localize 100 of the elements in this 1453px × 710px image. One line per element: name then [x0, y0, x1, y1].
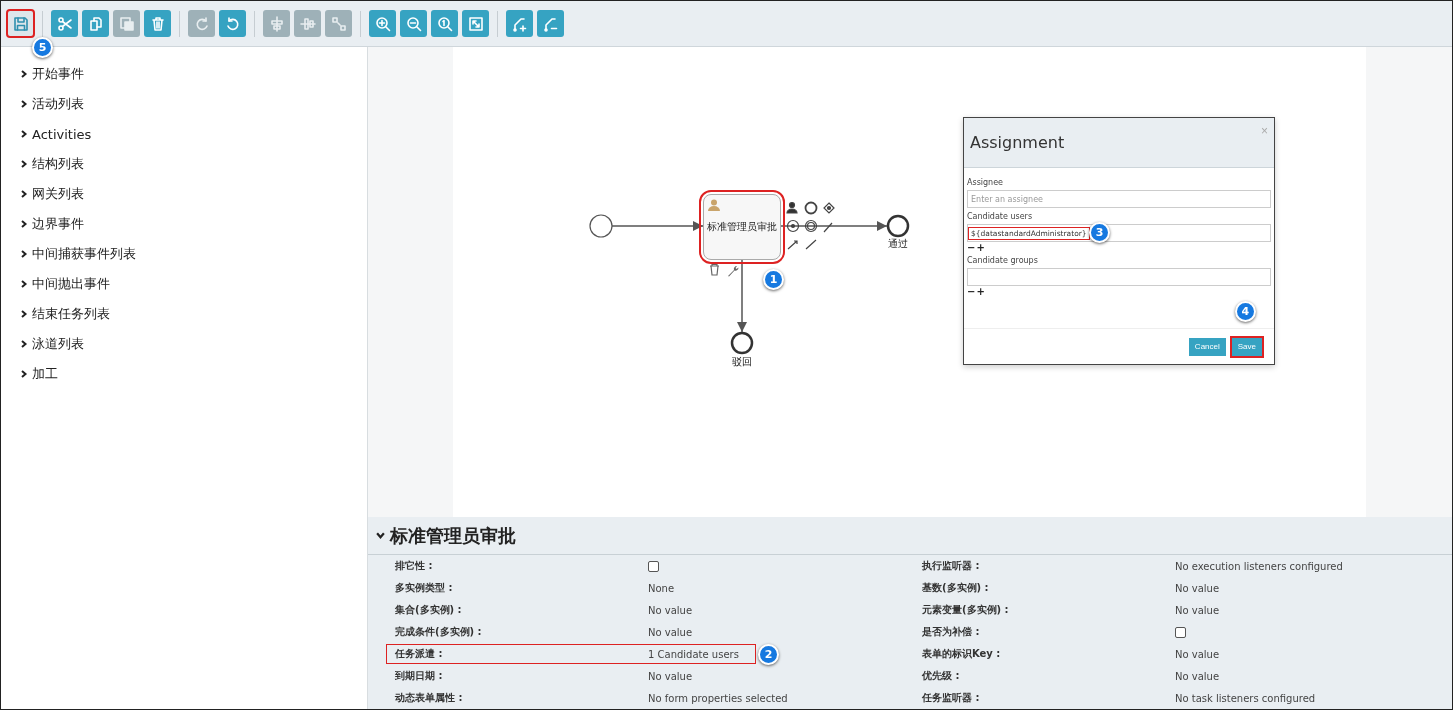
property-value[interactable]: No task listeners configured [1175, 692, 1316, 704]
toolbar-button[interactable] [219, 10, 246, 37]
start-event[interactable] [589, 214, 613, 238]
toolbar-button[interactable] [51, 10, 78, 37]
zoom-in-icon [374, 15, 391, 32]
property-value[interactable]: No value [1175, 604, 1220, 616]
palette-group[interactable]: 中间抛出事件 [1, 269, 367, 299]
save-icon [12, 15, 29, 32]
bendpoint-add-icon [511, 15, 528, 32]
property-label: 多实例类型 : [395, 581, 454, 595]
dialog-title: Assignment [970, 133, 1065, 152]
property-value[interactable]: No value [648, 670, 693, 682]
input-field[interactable] [967, 268, 1271, 286]
property-label: 任务派遣 : [395, 647, 444, 661]
callout-badge: 4 [1234, 300, 1256, 322]
property-label: 优先级 : [922, 669, 961, 683]
palette-group[interactable]: 结束任务列表 [1, 299, 367, 329]
chevron-icon [20, 190, 28, 198]
field-label: Candidate users [967, 211, 1034, 222]
chevron-icon [20, 70, 28, 78]
property-value[interactable]: None [648, 582, 675, 594]
palette-group[interactable]: 中间捕获事件列表 [1, 239, 367, 269]
property-value[interactable]: No value [648, 626, 693, 638]
wrench-icon[interactable] [728, 266, 739, 277]
property-value[interactable]: No value [1175, 648, 1220, 660]
undo-icon [224, 15, 241, 32]
user-icon [708, 199, 720, 211]
toolbar-button[interactable] [506, 10, 533, 37]
checkbox[interactable] [1175, 626, 1186, 638]
chevron-icon [20, 280, 28, 288]
callout-badge: 2 [758, 644, 779, 665]
property-label: 表单的标识Key : [922, 647, 1002, 661]
property-label: 集合(多实例) : [395, 603, 463, 617]
property-label: 动态表单属性 : [395, 691, 464, 705]
chevron-icon [20, 220, 28, 228]
chevron-icon[interactable] [376, 531, 385, 540]
property-label: 排它性 : [395, 559, 434, 573]
property-value[interactable]: No value [1175, 582, 1220, 594]
end-event[interactable] [730, 331, 754, 355]
property-label: 基数(多实例) : [922, 581, 990, 595]
trash-icon [149, 15, 166, 32]
zoom-icon [436, 15, 453, 32]
scissors-icon [56, 15, 73, 32]
palette-group[interactable]: Activities [1, 119, 367, 149]
property-value[interactable]: 1 Candidate users [648, 648, 739, 660]
sequence-flow[interactable] [780, 220, 888, 232]
field-label: Assignee [967, 177, 1005, 188]
property-label: 执行监听器 : [922, 559, 981, 573]
add-button[interactable]: + [976, 287, 985, 296]
copy-icon [87, 15, 104, 32]
add-button[interactable]: + [976, 243, 985, 252]
chevron-icon [20, 370, 28, 378]
property-value[interactable]: No execution listeners configured [1175, 560, 1343, 572]
toolbar-button[interactable] [462, 10, 489, 37]
property-label: 元素变量(多实例) : [922, 603, 1010, 617]
palette-group[interactable]: 网关列表 [1, 179, 367, 209]
remove-button[interactable]: − [967, 243, 976, 252]
property-label: 是否为补偿 : [922, 625, 981, 639]
bendpoint-remove-icon [542, 15, 559, 32]
event-label: 通过 [887, 237, 909, 251]
toolbar-button[interactable] [400, 10, 427, 37]
callout-badge: 3 [1089, 222, 1110, 243]
fit-icon [467, 15, 484, 32]
toolbar-button[interactable] [7, 10, 34, 37]
property-label: 任务监听器 : [922, 691, 981, 705]
chevron-icon [20, 130, 28, 138]
toolbar-button[interactable] [369, 10, 396, 37]
palette-group[interactable]: 边界事件 [1, 209, 367, 239]
panel-title: 标准管理员审批 [390, 523, 516, 548]
trash-icon[interactable] [709, 263, 720, 276]
placeholder-text: Enter an assignee [971, 194, 1043, 204]
chevron-icon [20, 100, 28, 108]
chevron-icon [20, 160, 28, 168]
palette-group[interactable]: 活动列表 [1, 89, 367, 119]
checkbox[interactable] [648, 560, 659, 572]
chevron-icon [20, 250, 28, 258]
toolbar-button[interactable] [144, 10, 171, 37]
align-icon [268, 15, 285, 32]
property-value[interactable]: No form properties selected [648, 692, 788, 704]
toolbar-button[interactable] [82, 10, 109, 37]
toolbar-button[interactable] [431, 10, 458, 37]
palette-group[interactable]: 泳道列表 [1, 329, 367, 359]
end-event[interactable] [886, 214, 910, 238]
sequence-flow[interactable] [611, 220, 704, 232]
property-value[interactable]: No value [1175, 670, 1220, 682]
property-label: 到期日期 : [395, 669, 444, 683]
resize-icon [330, 15, 347, 32]
context-pad-drawing[interactable] [786, 201, 835, 250]
sequence-flow[interactable] [736, 259, 748, 333]
event-label: 驳回 [731, 355, 753, 369]
paste-icon [118, 15, 135, 32]
property-value[interactable]: No value [648, 604, 693, 616]
zoom-out-icon [405, 15, 422, 32]
remove-button[interactable]: − [967, 287, 976, 296]
callout-badge: 5 [32, 37, 53, 58]
palette-group[interactable]: 开始事件 [1, 59, 367, 89]
chevron-icon [20, 340, 28, 348]
palette-group[interactable]: 结构列表 [1, 149, 367, 179]
toolbar-button[interactable] [537, 10, 564, 37]
palette-group[interactable]: 加工 [1, 359, 367, 389]
